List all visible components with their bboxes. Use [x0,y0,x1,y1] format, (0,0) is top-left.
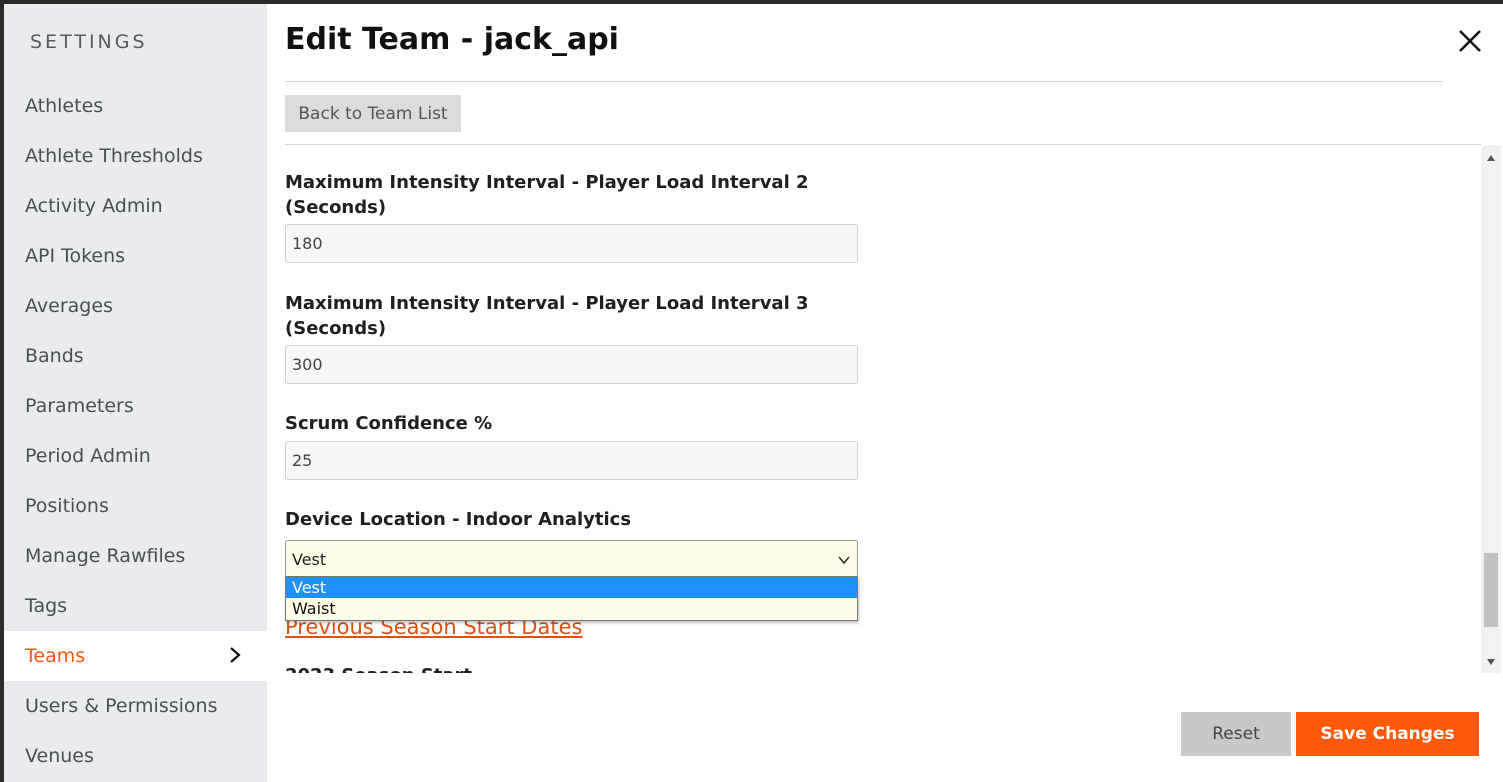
sidebar-item-label: Venues [25,745,94,767]
sidebar-item-label: Teams [25,645,86,667]
label-line: Maximum Intensity Interval - Player Load… [285,293,809,314]
sidebar-item-label: Period Admin [25,445,151,467]
edit-team-modal: SETTINGS Athletes Athlete Thresholds Act… [4,4,1503,782]
option-waist[interactable]: Waist [286,598,857,619]
scrollbar-thumb[interactable] [1484,553,1498,627]
back-to-team-list-button[interactable]: Back to Team List [285,95,461,132]
field-label-device-location: Device Location - Indoor Analytics [285,509,632,530]
label-line: (Seconds) [285,318,387,339]
sidebar-item-parameters[interactable]: Parameters [4,381,267,431]
sidebar-item-label: Athlete Thresholds [25,145,203,167]
save-changes-button[interactable]: Save Changes [1296,712,1479,756]
season-start-label: 2023 Season Start [285,665,472,673]
main-panel: Edit Team - jack_api Back to Team List M… [267,4,1503,782]
sidebar-item-athlete-thresholds[interactable]: Athlete Thresholds [4,131,267,181]
interval-2-input[interactable] [285,224,858,263]
sidebar-item-activity-admin[interactable]: Activity Admin [4,181,267,231]
sidebar-item-label: API Tokens [25,245,126,267]
page-title: Edit Team - jack_api [285,22,619,57]
sidebar-item-label: Manage Rawfiles [25,545,186,567]
field-label-scrum-confidence: Scrum Confidence % [285,413,493,434]
chevron-right-icon [230,647,241,663]
reset-button[interactable]: Reset [1181,712,1291,756]
option-vest[interactable]: Vest [286,577,857,598]
sidebar-item-period-admin[interactable]: Period Admin [4,431,267,481]
sidebar-item-label: Averages [25,295,113,317]
sidebar-item-teams[interactable]: Teams [4,631,267,681]
field-label-interval-3: Maximum Intensity Interval - Player Load… [285,291,809,341]
settings-sidebar: SETTINGS Athletes Athlete Thresholds Act… [4,4,267,782]
header-divider [285,81,1443,82]
sidebar-item-label: Positions [25,495,109,517]
sidebar-item-api-tokens[interactable]: API Tokens [4,231,267,281]
sidebar-item-label: Tags [25,595,68,617]
sidebar-item-venues[interactable]: Venues [4,731,267,781]
sidebar-item-label: Parameters [25,395,134,417]
sidebar-item-label: Users & Permissions [25,695,218,717]
sidebar-item-athletes[interactable]: Athletes [4,81,267,131]
sidebar-item-averages[interactable]: Averages [4,281,267,331]
sidebar-item-positions[interactable]: Positions [4,481,267,531]
field-label-interval-2: Maximum Intensity Interval - Player Load… [285,170,809,220]
sidebar-item-bands[interactable]: Bands [4,331,267,381]
select-value: Vest [292,550,327,569]
scroll-up-icon[interactable] [1486,153,1496,163]
close-icon[interactable] [1455,26,1485,56]
sidebar-item-tags[interactable]: Tags [4,581,267,631]
interval-3-input[interactable] [285,345,858,384]
label-line: Maximum Intensity Interval - Player Load… [285,172,809,193]
sidebar-item-label: Bands [25,345,84,367]
label-line: (Seconds) [285,197,387,218]
form-scrollbar[interactable] [1481,145,1501,673]
sidebar-title: SETTINGS [30,31,148,53]
sidebar-item-label: Activity Admin [25,195,163,217]
device-location-options: Vest Waist [285,576,858,621]
scroll-down-icon[interactable] [1486,657,1496,667]
device-location-select[interactable]: Vest [285,540,858,579]
sidebar-item-manage-rawfiles[interactable]: Manage Rawfiles [4,531,267,581]
scrum-confidence-input[interactable] [285,441,858,480]
sidebar-item-users-permissions[interactable]: Users & Permissions [4,681,267,731]
sidebar-item-label: Athletes [25,95,104,117]
chevron-down-icon [838,556,850,565]
